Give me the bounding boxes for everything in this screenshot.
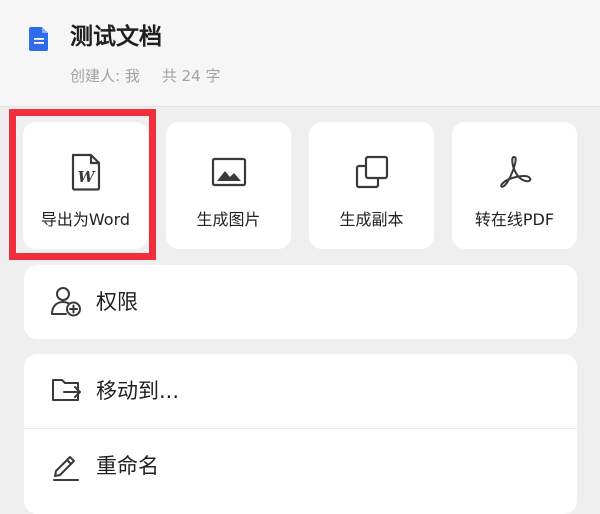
copy-icon [309, 152, 434, 192]
permissions-label: 权限 [96, 290, 138, 314]
rename-label: 重命名 [96, 454, 159, 478]
convert-pdf-label: 转在线PDF [474, 210, 555, 229]
file-actions-card: 移动到... 重命名 [24, 354, 577, 514]
svg-text:W: W [77, 168, 96, 186]
edit-icon [50, 449, 82, 481]
document-title: 测试文档 [70, 24, 162, 50]
generate-image-button[interactable]: 生成图片 [166, 122, 291, 249]
move-to-label: 移动到... [96, 379, 180, 403]
pdf-icon [452, 152, 577, 192]
permissions-item[interactable]: 权限 [24, 265, 577, 339]
document-meta: 创建人: 我 共 24 字 [70, 65, 220, 87]
generate-image-label: 生成图片 [196, 210, 261, 229]
export-word-button[interactable]: W 导出为Word [23, 122, 148, 249]
make-copy-button[interactable]: 生成副本 [309, 122, 434, 249]
convert-pdf-button[interactable]: 转在线PDF [452, 122, 577, 249]
make-copy-label: 生成副本 [339, 210, 404, 229]
user-add-icon [50, 285, 82, 317]
permissions-card: 权限 [24, 265, 577, 339]
document-header: 测试文档 创建人: 我 共 24 字 [0, 0, 600, 107]
folder-move-icon [50, 374, 82, 406]
rename-item[interactable]: 重命名 [24, 429, 577, 503]
word-file-icon: W [23, 152, 148, 192]
move-to-item[interactable]: 移动到... [24, 354, 577, 428]
word-count-text: 共 24 字 [161, 67, 221, 85]
export-word-label: 导出为Word [40, 210, 131, 229]
creator-text: 创建人: 我 [70, 67, 140, 85]
document-icon [28, 26, 50, 56]
image-icon [166, 152, 291, 192]
